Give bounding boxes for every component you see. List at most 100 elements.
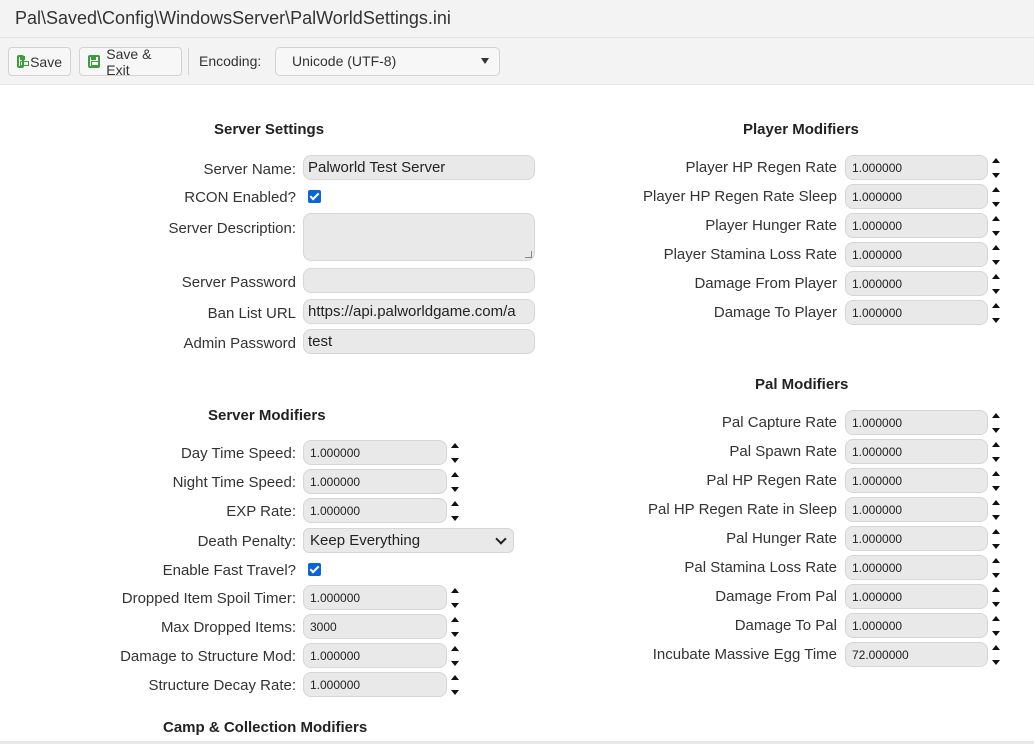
spinner-arrows-icon[interactable] [450, 615, 460, 639]
pal-row-label: Pal Stamina Loss Rate [684, 559, 837, 576]
structure-damage-input[interactable]: 1.000000 [303, 643, 447, 668]
spinner-arrows-icon[interactable] [450, 673, 460, 697]
player-modifiers-heading: Player Modifiers [743, 121, 859, 138]
title-bar: Pal\Saved\Config\WindowsServer\PalWorldS… [0, 0, 1034, 38]
pal-row-input[interactable]: 1.000000 [845, 497, 988, 522]
fast-travel-checkbox[interactable] [308, 563, 321, 576]
max-dropped-items-label: Max Dropped Items: [160, 619, 296, 636]
spinner-arrows-icon[interactable] [450, 644, 460, 668]
night-time-speed-input[interactable]: 1.000000 [303, 469, 447, 494]
pal-row-label: Pal Spawn Rate [729, 443, 837, 460]
player-row-label: Damage To Player [713, 304, 837, 321]
pal-row-input[interactable]: 1.000000 [845, 613, 988, 638]
exp-rate-label: EXP Rate: [226, 503, 296, 520]
spinner-arrows-icon[interactable] [991, 301, 1001, 325]
save-button-label: Save [30, 53, 62, 70]
player-row-label: Player HP Regen Rate [685, 159, 837, 176]
spinner-arrows-icon[interactable] [991, 585, 1001, 609]
player-row-label: Damage From Player [694, 275, 837, 292]
pal-row-input[interactable]: 1.000000 [845, 555, 988, 580]
spinner-arrows-icon[interactable] [991, 411, 1001, 435]
death-penalty-select[interactable]: Keep Everything [303, 528, 514, 553]
player-row-input[interactable]: 1.000000 [845, 271, 988, 296]
day-time-speed-input[interactable]: 1.000000 [303, 440, 447, 465]
spinner-arrows-icon[interactable] [991, 643, 1001, 667]
pal-row-input[interactable]: 1.000000 [845, 439, 988, 464]
resize-grip-icon[interactable] [525, 251, 532, 258]
player-row-input[interactable]: 1.000000 [845, 242, 988, 267]
pal-row-input[interactable]: 1.000000 [845, 526, 988, 551]
player-row-input[interactable]: 1.000000 [845, 300, 988, 325]
toolbar: Save Save & Exit Encoding: Unicode (UTF-… [0, 38, 1034, 85]
death-penalty-label: Death Penalty: [197, 533, 296, 550]
spinner-arrows-icon[interactable] [450, 470, 460, 494]
server-settings-heading: Server Settings [214, 121, 325, 138]
pal-row-label: Damage To Pal [734, 617, 837, 634]
structure-decay-input[interactable]: 1.000000 [303, 672, 447, 697]
save-exit-button[interactable]: Save & Exit [79, 45, 182, 78]
camp-collection-heading: Camp & Collection Modifiers [163, 719, 368, 736]
spinner-arrows-icon[interactable] [450, 499, 460, 523]
server-password-label: Server Password [181, 274, 296, 291]
toolbar-divider [188, 48, 189, 75]
chevron-down-icon [495, 533, 507, 545]
structure-damage-label: Damage to Structure Mod: [120, 648, 296, 665]
spinner-arrows-icon[interactable] [991, 469, 1001, 493]
spinner-arrows-icon[interactable] [450, 441, 460, 465]
spinner-arrows-icon[interactable] [991, 243, 1001, 267]
rcon-enabled-label: RCON Enabled? [184, 189, 296, 206]
player-row-input[interactable]: 1.000000 [845, 213, 988, 238]
spinner-arrows-icon[interactable] [991, 214, 1001, 238]
spinner-arrows-icon[interactable] [991, 527, 1001, 551]
pal-row-input[interactable]: 1.000000 [845, 584, 988, 609]
save-button[interactable]: Save [8, 47, 71, 76]
server-description-label: Server Description: [168, 220, 296, 237]
spoil-timer-label: Dropped Item Spoil Timer: [121, 590, 296, 607]
ban-list-url-input[interactable]: https://api.palworldgame.com/a [303, 299, 535, 324]
pal-row-label: Pal Capture Rate [721, 414, 837, 431]
server-name-label: Server Name: [203, 161, 296, 178]
encoding-value: Unicode (UTF-8) [292, 53, 397, 69]
spinner-arrows-icon[interactable] [991, 272, 1001, 296]
admin-password-label: Admin Password [183, 335, 296, 352]
pal-row-label: Incubate Massive Egg Time [652, 646, 837, 663]
spinner-arrows-icon[interactable] [991, 440, 1001, 464]
encoding-label: Encoding: [199, 53, 262, 69]
server-name-input[interactable]: Palworld Test Server [303, 155, 535, 180]
save-icon [17, 55, 30, 68]
player-row-input[interactable]: 1.000000 [845, 184, 988, 209]
pal-row-label: Pal HP Regen Rate in Sleep [647, 501, 837, 518]
spinner-arrows-icon[interactable] [450, 586, 460, 610]
server-description-textarea[interactable] [303, 213, 535, 261]
night-time-speed-label: Night Time Speed: [172, 474, 296, 491]
pal-row-input[interactable]: 1.000000 [845, 468, 988, 493]
player-row-label: Player HP Regen Rate Sleep [642, 188, 837, 205]
structure-decay-label: Structure Decay Rate: [148, 677, 296, 694]
spinner-arrows-icon[interactable] [991, 556, 1001, 580]
ban-list-url-label: Ban List URL [207, 305, 296, 322]
pal-row-label: Damage From Pal [715, 588, 837, 605]
player-row-label: Player Stamina Loss Rate [663, 246, 837, 263]
player-row-input[interactable]: 1.000000 [845, 155, 988, 180]
spinner-arrows-icon[interactable] [991, 185, 1001, 209]
caret-down-icon [481, 58, 489, 64]
rcon-enabled-checkbox[interactable] [308, 190, 321, 203]
server-password-input[interactable] [303, 268, 535, 293]
encoding-select[interactable]: Unicode (UTF-8) [275, 47, 500, 76]
pal-row-input[interactable]: 72.000000 [845, 642, 988, 667]
fast-travel-label: Enable Fast Travel? [162, 562, 296, 579]
admin-password-input[interactable]: test [303, 329, 535, 354]
pal-modifiers-heading: Pal Modifiers [755, 376, 849, 393]
spoil-timer-input[interactable]: 1.000000 [303, 585, 447, 610]
file-path-title: Pal\Saved\Config\WindowsServer\PalWorldS… [15, 8, 451, 28]
spinner-arrows-icon[interactable] [991, 156, 1001, 180]
exp-rate-input[interactable]: 1.000000 [303, 498, 447, 523]
pal-row-label: Pal HP Regen Rate [706, 472, 837, 489]
max-dropped-items-input[interactable]: 3000 [303, 614, 447, 639]
save-exit-button-label: Save & Exit [106, 45, 152, 78]
spinner-arrows-icon[interactable] [991, 498, 1001, 522]
spinner-arrows-icon[interactable] [991, 614, 1001, 638]
pal-row-input[interactable]: 1.000000 [845, 410, 988, 435]
player-row-label: Player Hunger Rate [705, 217, 837, 234]
day-time-speed-label: Day Time Speed: [180, 445, 296, 462]
